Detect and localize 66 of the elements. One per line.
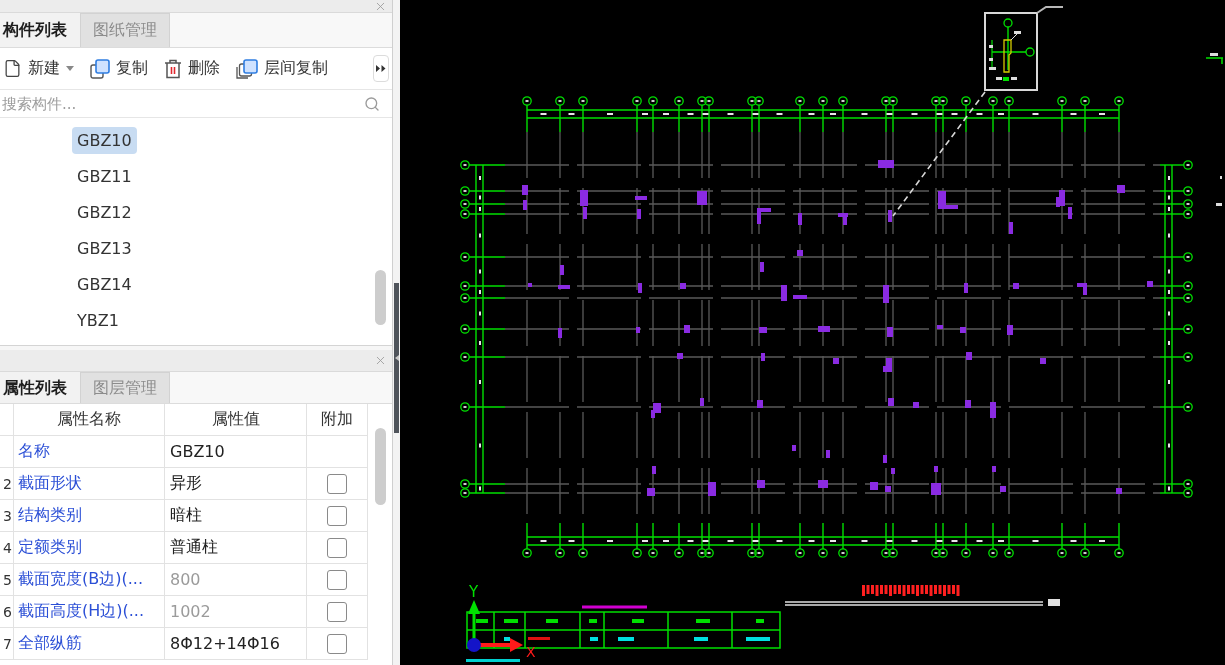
button-label: 删除 [188,58,220,79]
property-name: 名称 [14,436,165,468]
row-number: 2 [0,468,14,500]
list-item[interactable]: YBZ1 [72,306,124,334]
copy-icon [90,58,110,79]
coordinate-axes-icon [467,600,523,652]
toolbar-button[interactable]: 复制 [88,55,150,82]
caret-icon [66,66,74,71]
property-value[interactable]: 暗柱 [165,500,307,532]
checkbox[interactable] [327,537,347,558]
scale-bar-drawing [582,605,647,609]
splitter-handle[interactable] [394,283,399,433]
trash-icon [164,58,182,79]
axis-label: Y [469,583,479,601]
scrollbar[interactable] [375,428,386,505]
toolbar-button[interactable]: 删除 [162,55,222,82]
close-button[interactable] [374,0,387,13]
list-item[interactable]: GBZ14 [72,270,137,298]
collapse-arrow-icon [394,355,399,361]
scrollbar[interactable] [375,270,386,325]
property-name: 截面形状 [14,468,165,500]
list-item[interactable]: GBZ12 [72,198,137,226]
table-cell [0,436,14,468]
column-header: 附加 [307,404,368,436]
row-number: 7 [0,628,14,660]
note-mark-drawing [466,659,520,662]
double-arrow-icon [376,65,386,72]
property-name: 结构类别 [14,500,165,532]
checkbox[interactable] [327,505,347,526]
toolbar-button[interactable]: 层间复制 [234,55,330,82]
more-button[interactable] [373,55,389,82]
button-label: 层间复制 [264,58,328,79]
checkbox[interactable] [327,633,347,654]
row-number: 5 [0,564,14,596]
close-icon [374,0,387,13]
layers-copy-icon [236,58,258,79]
tab[interactable]: 构件列表 [0,13,80,47]
column-header: 属性名称 [14,404,165,436]
document-icon [3,59,22,78]
property-name: 截面高度(H边)(... [14,596,165,628]
search-icon[interactable] [364,95,380,112]
annotation-mark-drawing [1205,53,1224,65]
list-item[interactable]: GBZ11 [72,162,137,190]
property-value[interactable]: 普通柱 [165,532,307,564]
list-item[interactable]: GBZ13 [72,234,137,262]
row-number: 3 [0,500,14,532]
property-value[interactable]: 8Φ12+14Φ16 [165,628,307,660]
property-name: 定额类别 [14,532,165,564]
property-name: 截面宽度(B边)(... [14,564,165,596]
column-header: 属性值 [165,404,307,436]
toolbar-button[interactable]: 新建 [1,55,76,82]
property-value[interactable]: GBZ10 [165,436,307,468]
tab[interactable]: 属性列表 [0,372,80,403]
property-value[interactable]: 异形 [165,468,307,500]
close-icon [374,354,387,367]
list-item[interactable]: GBZ10 [72,126,137,154]
property-name: 全部纵筋 [14,628,165,660]
checkbox[interactable] [327,473,347,494]
row-number: 6 [0,596,14,628]
button-label: 复制 [116,58,148,79]
button-label: 新建 [28,58,60,79]
annotation-mark-drawing [1216,176,1222,206]
close-button[interactable] [374,354,387,367]
drawing-canvas[interactable]: Y X [400,0,1225,665]
axis-label: X [526,644,536,660]
row-number: 4 [0,532,14,564]
